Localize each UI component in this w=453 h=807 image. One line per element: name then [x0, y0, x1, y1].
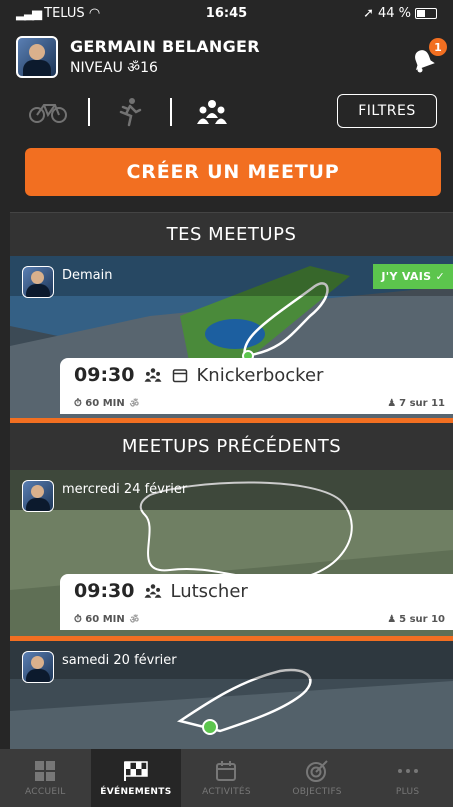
bike-icon	[29, 104, 67, 123]
group-icon	[144, 367, 162, 383]
going-badge[interactable]: J'Y VAIS ✓	[373, 264, 453, 289]
nav-home[interactable]: ACCUEIL	[0, 749, 91, 807]
group-icon	[197, 100, 227, 124]
bike-icon: ॐ	[129, 615, 139, 626]
calendar-icon	[172, 367, 188, 383]
bike-icon: ॐ	[129, 399, 139, 410]
meetup-name: Lutscher	[170, 580, 248, 602]
status-bar: ▂▃▅ TELUS ◠ 16:45 ➚ 44 %	[0, 0, 453, 26]
meetup-duration: 60 MIN	[85, 613, 125, 625]
nav-activities[interactable]: ACTIVITÉS	[181, 749, 272, 807]
meetup-date: Demain	[62, 268, 113, 283]
meetup-duration: 60 MIN	[85, 397, 125, 409]
notification-badge: 1	[429, 38, 447, 56]
meetup-time: 09:30	[74, 364, 135, 386]
calendar-icon	[216, 760, 237, 781]
runner-icon	[119, 98, 142, 127]
organizer-avatar[interactable]	[22, 266, 54, 298]
user-level: NIVEAU ॐ16	[70, 60, 158, 76]
group-icon	[144, 583, 162, 599]
meetup-info[interactable]: 09:30 Lutscher ⏱ 60 MIN ॐ ♟ 5 sur 10	[60, 574, 453, 630]
more-dots-icon	[397, 768, 418, 773]
organizer-avatar[interactable]	[22, 480, 54, 512]
avatar[interactable]	[16, 36, 58, 78]
battery-icon	[415, 8, 437, 19]
meetup-date: mercredi 24 février	[62, 482, 188, 497]
divider	[170, 98, 172, 126]
person-icon: ♟	[387, 397, 397, 409]
section-previous-meetups: MEETUPS PRÉCÉDENTS	[10, 418, 453, 470]
meetup-name: Knickerbocker	[196, 364, 324, 386]
meetup-info[interactable]: 09:30 Knickerbocker ⏱ 60 MIN ॐ ♟ 7 sur 11	[60, 358, 453, 414]
location-icon: ➚	[363, 6, 374, 21]
nav-events[interactable]: ÉVÉNEMENTS	[90, 749, 182, 807]
bottom-nav: ACCUEIL ÉVÉNEMENTS ACTIVITÉS OBJECTIFS P…	[0, 749, 453, 807]
battery-indicator: ➚ 44 %	[363, 6, 437, 21]
profile-header[interactable]: GERMAIN BELANGER NIVEAU ॐ16	[16, 36, 260, 78]
timer-icon: ⏱	[74, 613, 82, 625]
organizer-avatar[interactable]	[22, 651, 54, 683]
grid-icon	[35, 760, 56, 781]
activity-tabs: FILTRES	[16, 92, 437, 132]
filters-button[interactable]: FILTRES	[337, 94, 437, 128]
target-icon	[306, 759, 328, 782]
tab-running[interactable]	[98, 94, 162, 130]
nav-goals[interactable]: OBJECTIFS	[272, 749, 363, 807]
tab-meetups[interactable]	[180, 94, 244, 130]
meetup-card[interactable]: mercredi 24 février 09:30 Lutscher ⏱ 60 …	[10, 470, 453, 636]
nav-more[interactable]: PLUS	[362, 749, 453, 807]
meetup-date: samedi 20 février	[62, 653, 177, 668]
participants-count: 5 sur 10	[399, 613, 445, 625]
checkered-flag-icon	[123, 760, 148, 781]
meetup-card[interactable]: samedi 20 février	[10, 641, 453, 749]
create-meetup-button[interactable]: CRÉER UN MEETUP	[25, 148, 441, 196]
person-icon: ♟	[387, 613, 397, 625]
user-name: GERMAIN BELANGER	[70, 37, 260, 56]
meetup-card[interactable]: Demain J'Y VAIS ✓ 09:30 Knickerbocker ⏱ …	[10, 256, 453, 418]
section-my-meetups: TES MEETUPS	[10, 212, 453, 256]
participants-count: 7 sur 11	[399, 397, 445, 409]
tab-cycling[interactable]	[16, 94, 80, 130]
meetup-time: 09:30	[74, 580, 135, 602]
divider	[88, 98, 90, 126]
timer-icon: ⏱	[74, 397, 82, 409]
